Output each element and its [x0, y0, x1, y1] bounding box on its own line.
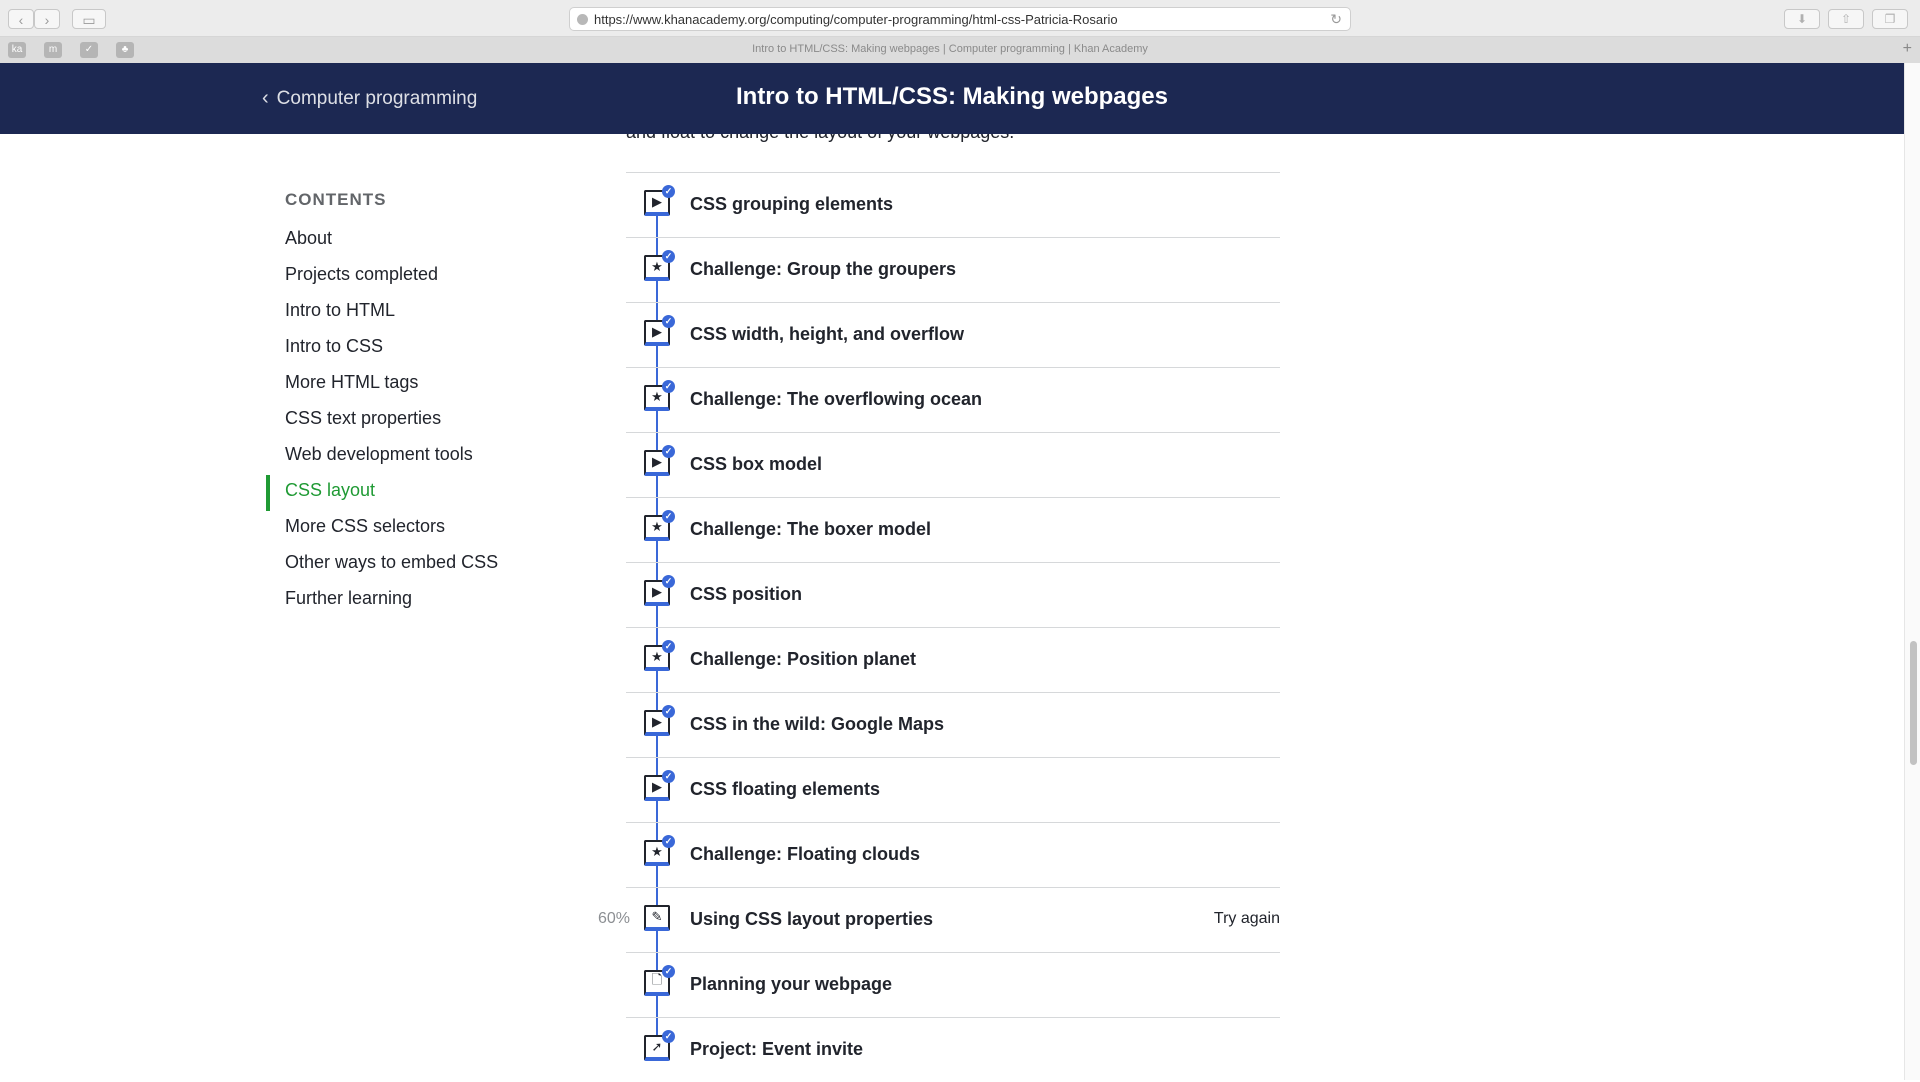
sidebar-item-label: Intro to HTML: [285, 300, 396, 320]
site-header: ‹ Computer programming Intro to HTML/CSS:…: [0, 63, 1904, 134]
forward-button[interactable]: ›: [34, 9, 60, 29]
sidebar-item-more-css-selectors[interactable]: More CSS selectors: [285, 511, 498, 547]
downloads-button[interactable]: ⬇: [1784, 9, 1820, 29]
check-icon: ✓: [662, 1030, 675, 1043]
browser-toolbar: ‹ › ▭ https://www.khanacademy.org/comput…: [0, 0, 1920, 37]
sidebar-item-web-development-tools[interactable]: Web development tools: [285, 439, 498, 475]
lesson-row[interactable]: ▶ ✓ CSS in the wild: Google Maps: [626, 692, 1280, 758]
sidebar-item-further-learning[interactable]: Further learning: [285, 583, 498, 619]
sidebar-item-other-ways-to-embed-css[interactable]: Other ways to embed CSS: [285, 547, 498, 583]
pencil-icon: ✎: [644, 905, 670, 931]
sidebar-item-label: Intro to CSS: [285, 336, 384, 356]
lesson-title: Project: Event invite: [690, 1039, 864, 1059]
sidebar-item-css-text-properties[interactable]: CSS text properties: [285, 403, 498, 439]
back-button[interactable]: ‹: [8, 9, 34, 29]
sidebar-item-label: Projects completed: [285, 264, 439, 284]
active-indicator: [266, 475, 270, 511]
page-scrollbar[interactable]: [1904, 63, 1920, 1080]
lesson-title: CSS grouping elements: [690, 194, 894, 214]
sidebar-item-label: More HTML tags: [285, 372, 419, 392]
try-again-link[interactable]: Try again: [1214, 910, 1280, 928]
check-icon: ✓: [662, 510, 675, 523]
address-bar[interactable]: https://www.khanacademy.org/computing/co…: [569, 7, 1351, 31]
lesson-title: Challenge: Group the groupers: [690, 259, 957, 279]
page-title: Intro to HTML/CSS: Making webpages: [735, 83, 1168, 110]
lesson-row[interactable]: ▶ ✓ CSS floating elements: [626, 757, 1280, 823]
contents-heading: CONTENTS: [285, 190, 387, 209]
lesson-row[interactable]: ★ ✓ Challenge: The boxer model: [626, 497, 1280, 563]
sidebar-item-intro-to-css[interactable]: Intro to CSS: [285, 331, 498, 367]
table-of-contents: About Projects completed Intro to HTML I…: [266, 223, 498, 619]
sidebar-item-label: More CSS selectors: [285, 516, 446, 536]
new-tab-icon[interactable]: +: [1903, 40, 1912, 58]
sidebar-item-css-layout[interactable]: CSS layout: [266, 475, 498, 511]
lesson-title: CSS box model: [690, 454, 823, 474]
lesson-title: CSS position: [690, 584, 802, 604]
check-icon: ✓: [662, 965, 675, 978]
sidebar-item-projects-completed[interactable]: Projects completed: [285, 259, 498, 295]
reload-icon[interactable]: ↻: [1330, 11, 1342, 28]
check-icon: ✓: [662, 250, 675, 263]
sidebar-item-label: About: [285, 228, 333, 248]
scroll-thumb[interactable]: [1910, 641, 1917, 765]
lesson-row[interactable]: ★ ✓ Challenge: The overflowing ocean: [626, 367, 1280, 433]
lesson-title: Challenge: Floating clouds: [690, 844, 921, 864]
check-icon: ✓: [662, 445, 675, 458]
site-icon: [577, 14, 588, 25]
check-icon: ✓: [662, 380, 675, 393]
sidebar-item-label: Other ways to embed CSS: [285, 552, 499, 572]
check-icon: ✓: [662, 705, 675, 718]
url-text: https://www.khanacademy.org/computing/co…: [594, 12, 1118, 27]
lesson-title: Challenge: The boxer model: [690, 519, 932, 539]
tab-bar: ka m ✓ ♣ Intro to HTML/CSS: Making webpa…: [0, 37, 1920, 64]
sidebar-item-more-html-tags[interactable]: More HTML tags: [285, 367, 498, 403]
sidebar-item-label: Web development tools: [285, 444, 473, 464]
lesson-row[interactable]: ★ ✓ Challenge: Floating clouds: [626, 822, 1280, 888]
lesson-title: CSS floating elements: [690, 779, 881, 799]
lesson-title: CSS in the wild: Google Maps: [690, 714, 945, 734]
lesson-title: CSS width, height, and overflow: [690, 324, 965, 344]
sidebar-item-label: CSS layout: [285, 480, 376, 500]
share-button[interactable]: ⇧: [1828, 9, 1864, 29]
check-icon: ✓: [662, 575, 675, 588]
lesson-title: Challenge: The overflowing ocean: [690, 389, 983, 409]
check-icon: ✓: [662, 315, 675, 328]
lesson-row[interactable]: ▶ ✓ CSS grouping elements: [626, 172, 1280, 238]
sidebar-item-label: Further learning: [285, 588, 413, 608]
lesson-row[interactable]: 🗋 ✓ Planning your webpage: [626, 952, 1280, 1018]
tabs-overview-button[interactable]: ❐: [1872, 9, 1908, 29]
check-icon: ✓: [662, 640, 675, 653]
lesson-row[interactable]: ★ ✓ Challenge: Group the groupers: [626, 237, 1280, 303]
lesson-title: Planning your webpage: [690, 974, 893, 994]
lesson-row[interactable]: ▶ ✓ CSS position: [626, 562, 1280, 628]
sidebar-toggle-button[interactable]: ▭: [72, 9, 106, 29]
lesson-row[interactable]: ▶ ✓ CSS box model: [626, 432, 1280, 498]
lesson-list: ▶ ✓ CSS grouping elements ★ ✓ Challenge:…: [598, 172, 1280, 1082]
sidebar-item-intro-to-html[interactable]: Intro to HTML: [285, 295, 498, 331]
sidebar-item-about[interactable]: About: [285, 223, 498, 259]
sidebar-item-label: CSS text properties: [285, 408, 442, 428]
progress-percent: 60%: [598, 910, 631, 927]
lesson-row[interactable]: ★ ✓ Challenge: Position planet: [626, 627, 1280, 693]
lesson-row[interactable]: 60% ✎ Using CSS layout properties Try ag…: [598, 887, 1280, 953]
check-icon: ✓: [662, 770, 675, 783]
lesson-title: Using CSS layout properties: [690, 909, 934, 929]
tab-title[interactable]: Intro to HTML/CSS: Making webpages | Com…: [0, 43, 1900, 55]
lesson-row[interactable]: ➚ ✓ Project: Event invite: [626, 1017, 1280, 1082]
check-icon: ✓: [662, 835, 675, 848]
lesson-title: Challenge: Position planet: [690, 649, 917, 669]
check-icon: ✓: [662, 185, 675, 198]
lesson-row[interactable]: ▶ ✓ CSS width, height, and overflow: [626, 302, 1280, 368]
